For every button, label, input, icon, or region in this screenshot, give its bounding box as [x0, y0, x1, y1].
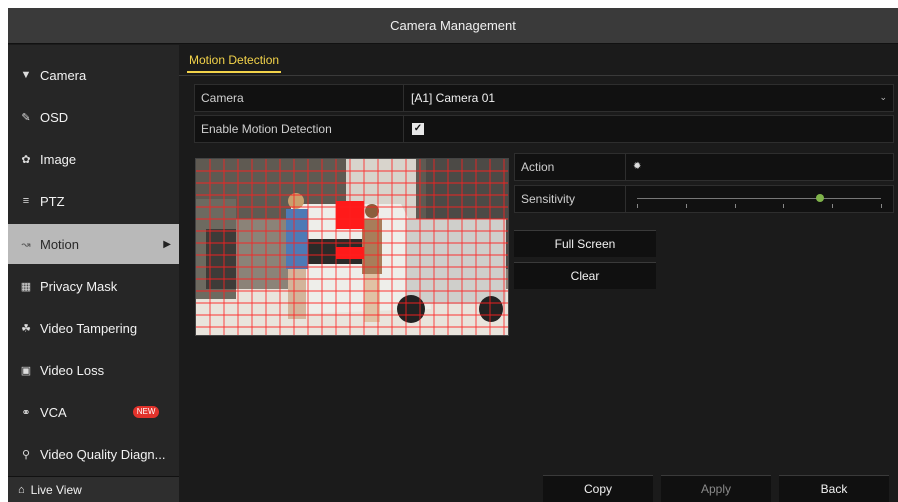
- enable-motion-checkbox[interactable]: ✓: [412, 123, 424, 135]
- camera-select-value: [A1] Camera 01: [411, 91, 496, 105]
- action-label: Action: [521, 160, 555, 174]
- camera-preview[interactable]: [195, 158, 509, 336]
- action-row: Action ✹: [514, 153, 894, 181]
- sidebar-item-label: Motion: [40, 236, 80, 252]
- sidebar-item-ptz[interactable]: ≡ PTZ: [8, 181, 179, 221]
- back-button[interactable]: Back: [779, 475, 889, 502]
- row-divider: [625, 154, 626, 180]
- live-view-label: Live View: [30, 482, 82, 497]
- sidebar-item-osd[interactable]: ✎ OSD: [8, 97, 179, 137]
- chevron-down-icon[interactable]: ⌄: [879, 92, 887, 103]
- home-icon: ⌂: [18, 483, 25, 496]
- sidebar-item-label: Camera: [40, 67, 87, 83]
- sensitivity-row: Sensitivity: [514, 185, 894, 213]
- video-quality-icon: ⚲: [21, 448, 31, 461]
- sensitivity-label: Sensitivity: [521, 192, 576, 206]
- sidebar-item-camera[interactable]: ▼ Camera: [8, 55, 179, 95]
- sidebar-item-video-tampering[interactable]: ☘ Video Tampering: [8, 308, 179, 348]
- image-icon: ✿: [21, 153, 31, 166]
- vca-icon: ⚭: [21, 406, 31, 419]
- enable-motion-row: Enable Motion Detection ✓: [194, 115, 894, 143]
- sidebar-item-privacy-mask[interactable]: ▦ Privacy Mask: [8, 266, 179, 306]
- copy-button[interactable]: Copy: [543, 475, 653, 502]
- sidebar-item-label: Image: [40, 151, 77, 167]
- camera-label: Camera: [201, 91, 244, 105]
- video-loss-icon: ▣: [20, 364, 32, 377]
- camera-preview-image: [196, 159, 508, 335]
- sidebar-item-label: Video Quality Diagn...: [40, 446, 166, 462]
- window-title: Camera Management: [8, 8, 898, 44]
- video-tampering-icon: ☘: [21, 322, 31, 335]
- sidebar-item-video-quality-diagnostics[interactable]: ⚲ Video Quality Diagn...: [8, 434, 179, 474]
- sidebar: ▼ Camera ✎ OSD ✿ Image ≡ PTZ ↝ Motion ▶ …: [8, 45, 179, 502]
- sidebar-item-label: Privacy Mask: [40, 278, 118, 294]
- sidebar-item-label: OSD: [40, 109, 69, 125]
- osd-icon: ✎: [21, 111, 31, 124]
- camera-icon: ▼: [20, 69, 32, 81]
- sidebar-item-vca[interactable]: ⚭ VCA NEW: [8, 392, 179, 432]
- live-view-button[interactable]: ⌂ Live View: [8, 476, 179, 502]
- row-divider: [625, 186, 626, 212]
- main-content: Motion Detection Camera [A1] Camera 01 ⌄…: [179, 45, 898, 502]
- motion-icon: ↝: [21, 238, 31, 251]
- slider-tick: [832, 204, 834, 208]
- slider-tick: [637, 204, 638, 208]
- sidebar-item-label: PTZ: [40, 193, 65, 209]
- clear-button[interactable]: Clear: [514, 262, 656, 289]
- action-settings-icon[interactable]: ✹: [633, 154, 641, 180]
- ptz-icon: ≡: [22, 195, 30, 207]
- sensitivity-slider[interactable]: [637, 198, 881, 199]
- sidebar-item-image[interactable]: ✿ Image: [8, 139, 179, 179]
- enable-motion-label: Enable Motion Detection: [201, 122, 332, 136]
- sensitivity-slider-handle[interactable]: [816, 194, 824, 202]
- sidebar-item-video-loss[interactable]: ▣ Video Loss: [8, 350, 179, 390]
- sidebar-item-label: Video Loss: [40, 362, 105, 378]
- chevron-right-icon: ▶: [163, 238, 171, 250]
- apply-button[interactable]: Apply: [661, 475, 771, 502]
- new-badge: NEW: [132, 406, 160, 418]
- row-divider: [403, 116, 404, 142]
- full-screen-button[interactable]: Full Screen: [514, 230, 656, 257]
- camera-management-window: Camera Management ▼ Camera ✎ OSD ✿ Image…: [8, 8, 898, 502]
- sidebar-item-motion[interactable]: ↝ Motion ▶: [8, 224, 179, 264]
- tab-divider: [179, 75, 898, 76]
- slider-tick: [881, 204, 882, 208]
- tab-motion-detection[interactable]: Motion Detection: [187, 51, 282, 73]
- row-divider: [403, 85, 404, 111]
- sidebar-item-label: VCA: [40, 404, 67, 420]
- camera-select[interactable]: [A1] Camera 01: [411, 85, 891, 111]
- privacy-mask-icon: ▦: [20, 280, 32, 293]
- slider-tick: [685, 204, 687, 208]
- sidebar-item-label: Video Tampering: [40, 320, 138, 336]
- camera-row: Camera [A1] Camera 01 ⌄: [194, 84, 894, 112]
- slider-tick: [734, 204, 736, 208]
- sensitivity-ticks: [637, 204, 882, 208]
- slider-tick: [783, 204, 785, 208]
